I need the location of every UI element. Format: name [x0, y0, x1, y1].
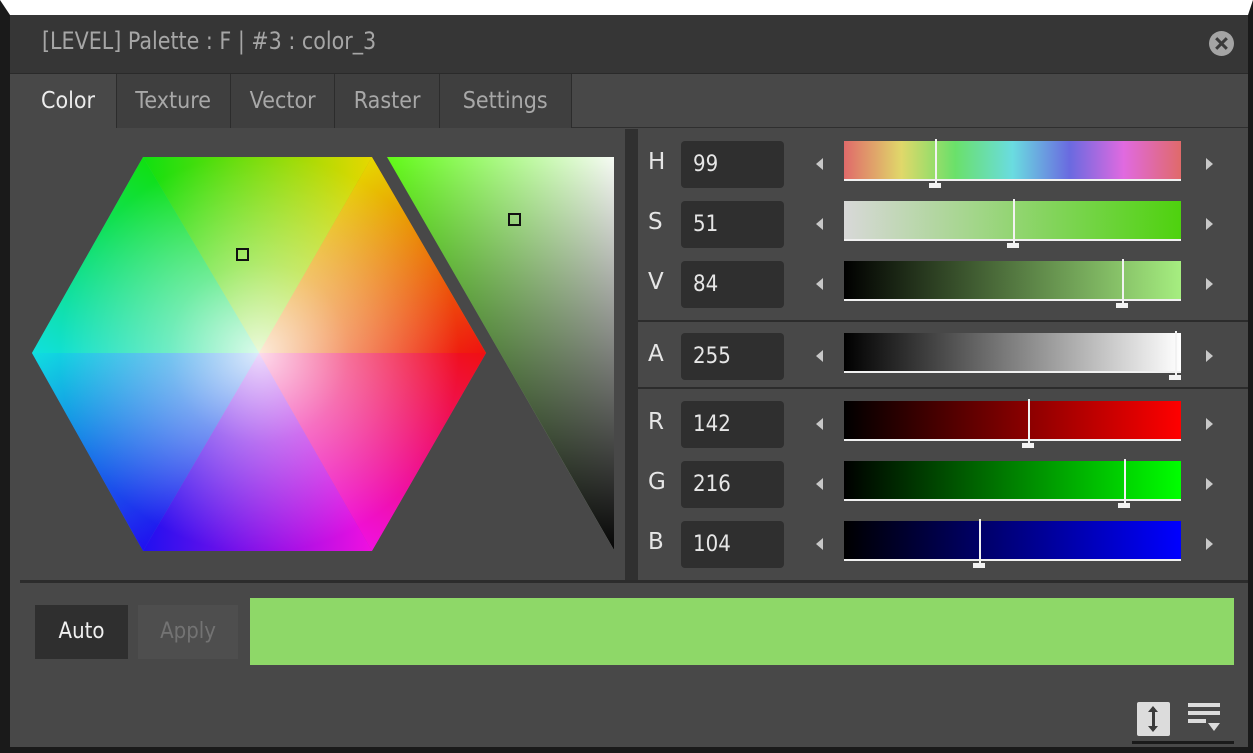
decrement-arrow-icon[interactable]	[816, 538, 823, 550]
increment-arrow-icon[interactable]	[1206, 538, 1213, 550]
hue-slider[interactable]	[844, 139, 1181, 188]
apply-button[interactable]: Apply	[138, 605, 238, 659]
color-wheel-area	[20, 129, 625, 580]
value-slider[interactable]	[844, 259, 1181, 308]
decrement-arrow-icon[interactable]	[816, 478, 823, 490]
channel-label: R	[648, 409, 664, 435]
slider-group-separator	[638, 320, 1248, 322]
vertical-resize-icon[interactable]	[1137, 702, 1170, 736]
tab-raster[interactable]: Raster	[335, 74, 440, 128]
slider-handle[interactable]	[1169, 331, 1181, 380]
tab-strip-line	[572, 127, 1248, 128]
decrement-arrow-icon[interactable]	[816, 350, 823, 362]
vertical-separator	[625, 129, 638, 580]
slider-handle[interactable]	[1022, 399, 1034, 448]
channel-sliders: H 99 S 51 V 84 A 255 R 142 G 216 B 104	[638, 129, 1248, 580]
title-bar[interactable]: [LEVEL] Palette : F | #3 : color_3	[10, 15, 1248, 74]
slider-row-blue: B 104	[638, 519, 1248, 571]
increment-arrow-icon[interactable]	[1206, 158, 1213, 170]
auto-button[interactable]: Auto	[35, 605, 128, 659]
close-icon[interactable]	[1209, 31, 1234, 56]
slider-handle[interactable]	[1118, 459, 1130, 508]
green-field[interactable]: 216	[681, 461, 784, 508]
tab-texture[interactable]: Texture	[117, 74, 231, 128]
increment-arrow-icon[interactable]	[1206, 218, 1213, 230]
increment-arrow-icon[interactable]	[1206, 278, 1213, 290]
increment-arrow-icon[interactable]	[1206, 350, 1213, 362]
channel-label: H	[648, 149, 666, 175]
slider-row-alpha: A 255	[638, 331, 1248, 383]
channel-label: B	[648, 529, 664, 555]
slider-row-saturation: S 51	[638, 199, 1248, 251]
channel-label: V	[648, 269, 664, 295]
red-slider[interactable]	[844, 399, 1181, 448]
green-slider[interactable]	[844, 459, 1181, 508]
tab-color[interactable]: Color	[20, 74, 117, 128]
decrement-arrow-icon[interactable]	[816, 278, 823, 290]
channel-label: G	[648, 469, 666, 495]
slider-group-separator	[638, 387, 1248, 389]
bottom-separator	[20, 580, 1248, 583]
decrement-arrow-icon[interactable]	[816, 158, 823, 170]
alpha-slider[interactable]	[844, 331, 1181, 380]
increment-arrow-icon[interactable]	[1206, 418, 1213, 430]
slider-row-hue: H 99	[638, 139, 1248, 191]
slider-handle[interactable]	[929, 139, 941, 188]
tab-vector[interactable]: Vector	[231, 74, 335, 128]
channel-label: S	[648, 209, 663, 235]
saturation-slider[interactable]	[844, 199, 1181, 248]
decrement-arrow-icon[interactable]	[816, 418, 823, 430]
tab-settings[interactable]: Settings	[440, 74, 572, 128]
alpha-field[interactable]: 255	[681, 333, 784, 380]
slider-handle[interactable]	[1007, 199, 1019, 248]
red-field[interactable]: 142	[681, 401, 784, 448]
slider-row-value: V 84	[638, 259, 1248, 311]
blue-field[interactable]: 104	[681, 521, 784, 568]
channel-label: A	[648, 341, 664, 367]
blue-slider[interactable]	[844, 519, 1181, 568]
saturation-field[interactable]: 51	[681, 201, 784, 248]
slider-row-red: R 142	[638, 399, 1248, 451]
menu-icon[interactable]	[1188, 703, 1220, 731]
decrement-arrow-icon[interactable]	[816, 218, 823, 230]
slider-handle[interactable]	[1116, 259, 1128, 308]
hue-field[interactable]: 99	[681, 141, 784, 188]
slider-handle[interactable]	[973, 519, 985, 568]
increment-arrow-icon[interactable]	[1206, 478, 1213, 490]
color-wheel[interactable]	[20, 129, 625, 580]
window-title: [LEVEL] Palette : F | #3 : color_3	[42, 27, 377, 55]
current-color-swatch	[250, 598, 1234, 665]
toggle-underline	[1132, 741, 1234, 744]
slider-row-green: G 216	[638, 459, 1248, 511]
value-field[interactable]: 84	[681, 261, 784, 308]
